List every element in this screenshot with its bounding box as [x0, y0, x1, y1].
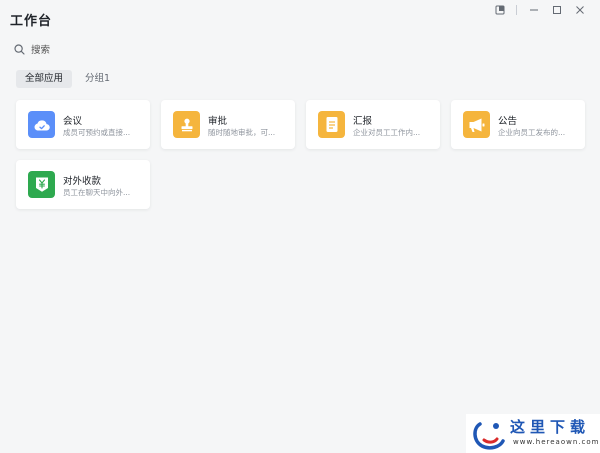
- watermark-text: 这里下载: [510, 418, 591, 436]
- title-bar: 工作台: [0, 0, 600, 36]
- yuan-icon: [35, 177, 48, 192]
- watermark-url: www.hereaown.com: [513, 438, 600, 446]
- app-description: 企业向员工发布的...: [498, 128, 566, 137]
- app-icon-tile: [28, 111, 55, 138]
- page-title: 工作台: [10, 14, 53, 29]
- close-button[interactable]: [570, 3, 590, 17]
- pin-window-icon: [495, 5, 505, 15]
- stamp-icon: [181, 118, 192, 131]
- app-description: 成员可预约或直接...: [63, 128, 131, 137]
- app-description: 员工在聊天中向外...: [63, 188, 131, 197]
- watermark: 这里下载 www.hereaown.com: [466, 414, 600, 453]
- app-icon-tile: [318, 111, 345, 138]
- app-icon-tile: [28, 171, 55, 198]
- search-icon: [14, 43, 25, 55]
- cloud-icon: [34, 119, 50, 131]
- app-icon-tile: [173, 111, 200, 138]
- tab-group-1[interactable]: 分组1: [76, 70, 119, 88]
- megaphone-icon: [469, 118, 484, 132]
- minimize-button[interactable]: [524, 3, 544, 17]
- maximize-icon: [553, 6, 561, 14]
- group-tabs: 全部应用 分组1: [16, 70, 119, 88]
- close-icon: [576, 6, 584, 14]
- minimize-icon: [530, 9, 538, 11]
- search-input[interactable]: 搜索: [14, 41, 50, 57]
- watermark-logo: [473, 422, 505, 450]
- app-description: 随时随地审批，可...: [208, 128, 276, 137]
- pin-window-button[interactable]: [490, 3, 510, 17]
- app-name: 会议: [63, 116, 83, 127]
- window-controls: [487, 3, 590, 17]
- search-placeholder: 搜索: [31, 45, 51, 56]
- document-icon: [326, 117, 337, 132]
- app-name: 审批: [208, 116, 228, 127]
- app-card-report[interactable]: 汇报 企业对员工工作内...: [306, 100, 440, 149]
- app-icon-tile: [463, 111, 490, 138]
- app-description: 企业对员工工作内...: [353, 128, 421, 137]
- app-card-payment[interactable]: 对外收款 员工在聊天中向外...: [16, 160, 150, 209]
- maximize-button[interactable]: [547, 3, 567, 17]
- app-name: 公告: [498, 116, 518, 127]
- app-name: 汇报: [353, 116, 373, 127]
- app-card-meeting[interactable]: 会议 成员可预约或直接...: [16, 100, 150, 149]
- divider: [516, 5, 517, 15]
- app-card-approval[interactable]: 审批 随时随地审批，可...: [161, 100, 295, 149]
- tab-all-apps[interactable]: 全部应用: [16, 70, 73, 88]
- app-name: 对外收款: [63, 176, 102, 187]
- app-card-announcement[interactable]: 公告 企业向员工发布的...: [451, 100, 585, 149]
